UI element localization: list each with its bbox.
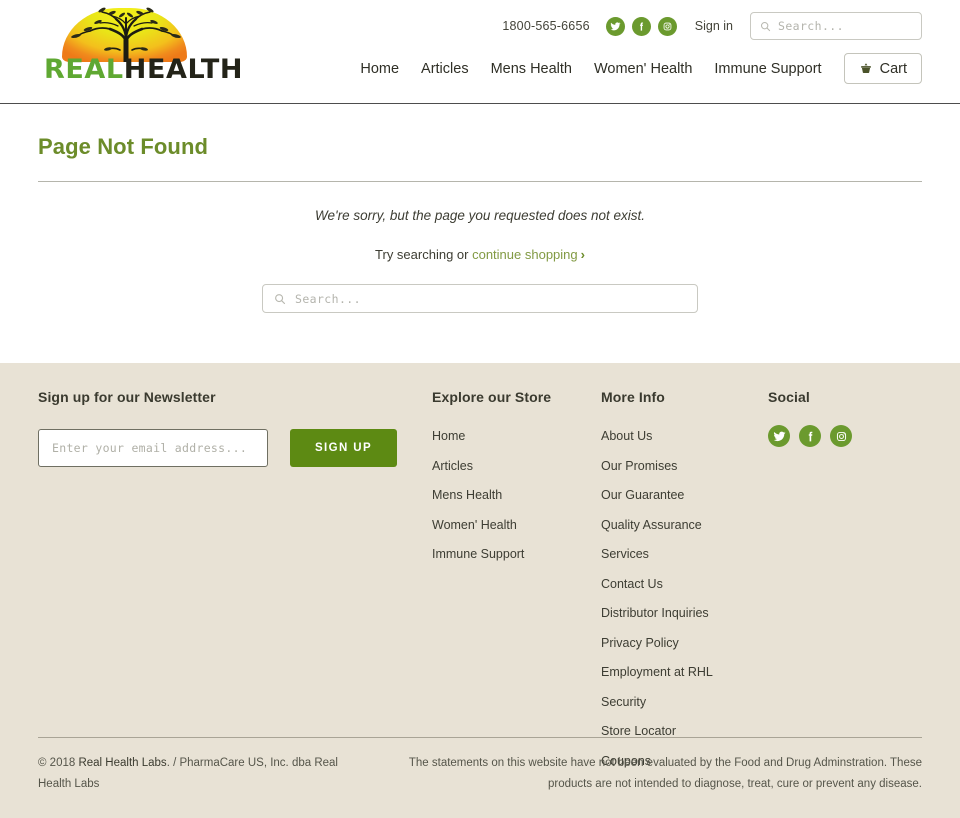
site-logo[interactable]: REALHEALTH — [40, 6, 242, 88]
try-searching-line: Try searching or continue shopping › — [38, 247, 922, 262]
footer-link-security[interactable]: Security — [601, 695, 768, 709]
title-divider — [38, 181, 922, 182]
error-message: We're sorry, but the page you requested … — [314, 208, 646, 223]
logo-word-health: HEALTH — [123, 54, 244, 85]
phone-number[interactable]: 1800-565-6656 — [502, 19, 589, 33]
search-icon — [275, 293, 286, 304]
nav-item-home[interactable]: Home — [360, 61, 399, 77]
fda-disclaimer: The statements on this website have not … — [408, 757, 922, 791]
continue-shopping-link[interactable]: continue shopping — [472, 247, 578, 262]
page-search[interactable] — [262, 284, 698, 313]
footer-link-home[interactable]: Home — [432, 429, 601, 443]
footer-link-employment-at-rhl[interactable]: Employment at RHL — [601, 665, 768, 679]
header-search-input[interactable] — [778, 19, 912, 33]
footer-more-info-column: More Info About Us Our Promises Our Guar… — [601, 389, 768, 783]
footer-link-mens-health[interactable]: Mens Health — [432, 488, 601, 502]
facebook-icon[interactable] — [631, 16, 651, 36]
try-prefix-text: Try searching or — [375, 247, 473, 262]
chevron-right-icon: › — [580, 247, 585, 262]
footer-link-immune-support[interactable]: Immune Support — [432, 547, 601, 561]
copyright-prefix: © 2018 — [38, 757, 79, 769]
copyright-company-link[interactable]: Real Health Labs — [78, 757, 166, 769]
newsletter-form: SIGN UP — [38, 429, 432, 467]
site-header: REALHEALTH 1800-565-6656 Sign in Home Ar… — [0, 0, 960, 104]
footer-link-our-guarantee[interactable]: Our Guarantee — [601, 488, 768, 502]
footer-link-about-us[interactable]: About Us — [601, 429, 768, 443]
search-icon — [760, 21, 771, 31]
explore-heading: Explore our Store — [432, 389, 552, 405]
footer-divider — [38, 737, 922, 738]
facebook-icon[interactable] — [799, 425, 821, 447]
main-content: Page Not Found We're sorry, but the page… — [0, 104, 960, 363]
logo-text: REALHEALTH — [44, 54, 243, 85]
footer-link-privacy-policy[interactable]: Privacy Policy — [601, 636, 768, 650]
footer-link-contact-us[interactable]: Contact Us — [601, 577, 768, 591]
page-title: Page Not Found — [38, 134, 209, 159]
logo-word-real: REAL — [44, 54, 124, 85]
footer-link-articles[interactable]: Articles — [432, 459, 601, 473]
site-footer: Sign up for our Newsletter SIGN UP Explo… — [0, 363, 960, 818]
twitter-icon[interactable] — [605, 16, 625, 36]
header-search[interactable] — [750, 12, 922, 40]
instagram-icon[interactable] — [830, 425, 852, 447]
page-search-input[interactable] — [295, 291, 686, 306]
footer-social-links — [768, 425, 918, 447]
footer-link-quality-assurance[interactable]: Quality Assurance — [601, 518, 768, 532]
footer-columns: Sign up for our Newsletter SIGN UP Explo… — [38, 363, 922, 783]
copyright-text: © 2018 Real Health Labs. / PharmaCare US… — [38, 753, 368, 796]
newsletter-signup-button[interactable]: SIGN UP — [290, 429, 397, 467]
nav-item-womens-health[interactable]: Women' Health — [594, 61, 692, 77]
footer-bottom-bar: © 2018 Real Health Labs. / PharmaCare US… — [38, 753, 922, 796]
nav-item-articles[interactable]: Articles — [421, 61, 469, 77]
more-info-heading: More Info — [601, 389, 665, 405]
newsletter-heading: Sign up for our Newsletter — [38, 389, 216, 405]
cart-button[interactable]: Cart — [843, 53, 922, 84]
twitter-icon[interactable] — [768, 425, 790, 447]
footer-link-our-promises[interactable]: Our Promises — [601, 459, 768, 473]
header-utility-bar: 1800-565-6656 Sign in — [502, 12, 922, 40]
social-heading: Social — [768, 389, 810, 405]
footer-social-column: Social — [768, 389, 918, 783]
cart-basket-icon — [860, 63, 871, 74]
sign-in-link[interactable]: Sign in — [695, 19, 733, 33]
nav-item-immune-support[interactable]: Immune Support — [714, 61, 821, 77]
header-social-links — [605, 16, 677, 36]
footer-link-distributor-inquiries[interactable]: Distributor Inquiries — [601, 606, 768, 620]
footer-link-womens-health[interactable]: Women' Health — [432, 518, 601, 532]
nav-item-mens-health[interactable]: Mens Health — [491, 61, 572, 77]
newsletter-email-input[interactable] — [38, 429, 268, 467]
main-navigation: Home Articles Mens Health Women' Health … — [360, 53, 922, 84]
logo-artwork — [40, 6, 215, 62]
instagram-icon[interactable] — [657, 16, 677, 36]
footer-newsletter-column: Sign up for our Newsletter SIGN UP — [38, 389, 432, 783]
footer-link-services[interactable]: Services — [601, 547, 768, 561]
footer-explore-column: Explore our Store Home Articles Mens Hea… — [432, 389, 601, 783]
cart-label: Cart — [879, 60, 907, 77]
footer-link-store-locator[interactable]: Store Locator — [601, 724, 768, 738]
